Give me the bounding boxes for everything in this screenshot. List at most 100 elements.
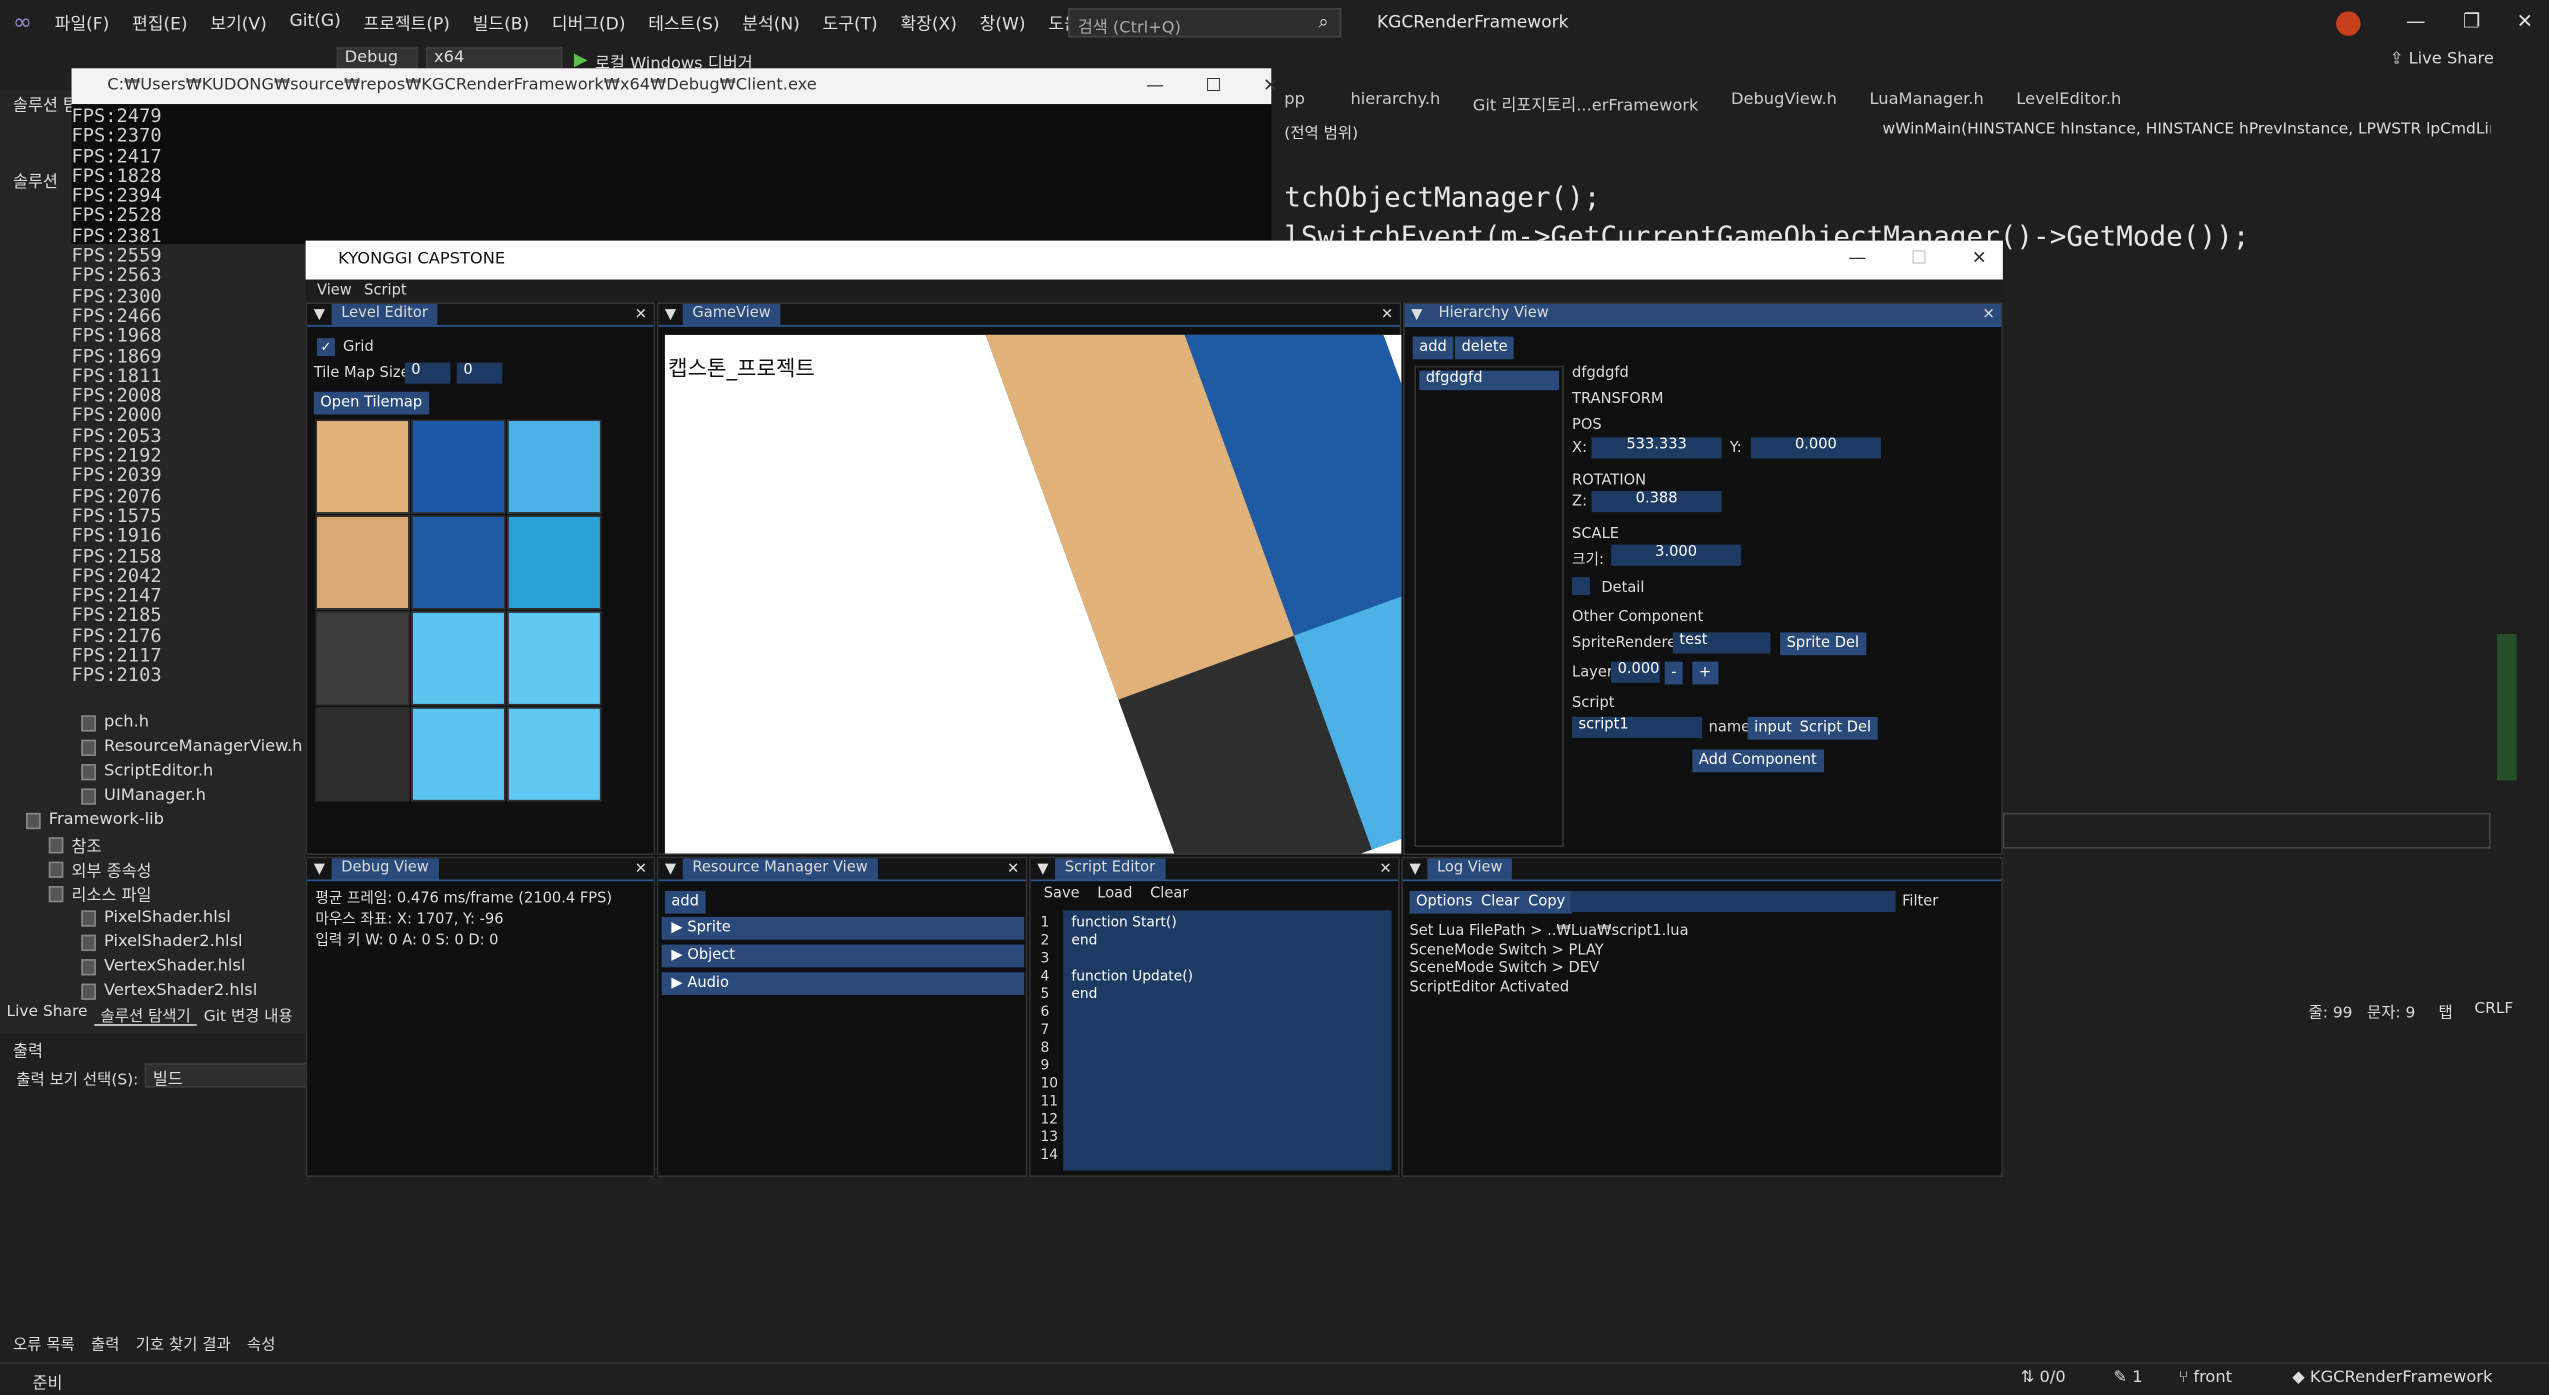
layer-input[interactable]: 0.000: [1611, 661, 1660, 683]
user-avatar[interactable]: [2336, 11, 2361, 36]
game-minimize-icon[interactable]: —: [1848, 247, 1866, 268]
resource-item[interactable]: ▶ Object: [661, 944, 1025, 968]
level-editor-tab[interactable]: Level Editor: [331, 304, 438, 326]
function-select[interactable]: wWinMain(HINSTANCE hInstance, HINSTANCE …: [1883, 120, 2491, 143]
scale-slider[interactable]: 3.000: [1611, 544, 1742, 566]
menu-item-6[interactable]: 디버그(D): [552, 11, 626, 35]
hierarchy-close-icon[interactable]: ✕: [1982, 306, 1994, 322]
console-minimize-icon[interactable]: —: [1146, 75, 1164, 96]
debug-close-icon[interactable]: ✕: [635, 861, 647, 877]
search-input[interactable]: 검색 (Ctrl+Q): [1068, 8, 1342, 38]
solution-item[interactable]: PixelShader.hlsl: [0, 906, 309, 930]
start-debug-icon[interactable]: ▶: [574, 49, 588, 70]
menu-item-8[interactable]: 분석(N): [742, 11, 800, 35]
menu-item-7[interactable]: 테스트(S): [648, 11, 719, 35]
solution-item[interactable]: 리소스 파일: [0, 881, 309, 906]
collapse-icon[interactable]: ▼: [1037, 861, 1048, 877]
menu-script[interactable]: Script: [364, 283, 406, 299]
solution-tab-2[interactable]: Git 변경 내용: [197, 1000, 299, 1026]
menu-item-10[interactable]: 확장(X): [900, 11, 956, 35]
menu-item-0[interactable]: 파일(F): [55, 11, 110, 35]
hierarchy-tab[interactable]: Hierarchy View: [1428, 304, 1559, 326]
solution-item[interactable]: ResourceManagerView.h: [0, 735, 309, 759]
solution-item[interactable]: VertexShader.hlsl: [0, 954, 309, 978]
gameview-close-icon[interactable]: ✕: [1381, 306, 1393, 322]
solution-item[interactable]: pch.h: [0, 710, 309, 734]
editor-tab-4[interactable]: LuaManager.h: [1870, 91, 1984, 117]
detail-checkbox[interactable]: [1572, 577, 1590, 596]
menu-item-5[interactable]: 빌드(B): [473, 11, 529, 35]
script-clear-button[interactable]: Clear: [1150, 886, 1188, 902]
console-maximize-icon[interactable]: ☐: [1205, 75, 1221, 96]
live-share-button[interactable]: ⇪ Live Share: [2390, 50, 2494, 68]
code-line-1[interactable]: tchObjectManager();: [1284, 182, 1600, 215]
bottom-tab-2[interactable]: 기호 찾기 결과: [136, 1331, 231, 1354]
menu-item-9[interactable]: 도구(T): [823, 11, 878, 35]
close-icon[interactable]: ✕: [2517, 10, 2533, 33]
pos-x-slider[interactable]: 533.333: [1591, 437, 1722, 459]
resource-close-icon[interactable]: ✕: [1007, 861, 1019, 877]
gameview-tab[interactable]: GameView: [682, 304, 781, 326]
menu-item-3[interactable]: Git(G): [290, 11, 341, 35]
console-close-icon[interactable]: ✕: [1263, 75, 1278, 96]
hierarchy-delete-button[interactable]: delete: [1455, 336, 1515, 360]
sprite-select[interactable]: test: [1672, 632, 1771, 654]
script-save-button[interactable]: Save: [1044, 886, 1080, 902]
collapse-icon[interactable]: ▼: [665, 861, 676, 877]
edits-count[interactable]: ✎ 1: [2113, 1369, 2142, 1387]
search-icon[interactable]: ⌕: [1318, 11, 1328, 34]
script-name-input[interactable]: script1: [1572, 716, 1703, 739]
menu-item-4[interactable]: 프로젝트(P): [363, 11, 449, 35]
open-tilemap-button[interactable]: Open Tilemap: [313, 391, 429, 415]
menu-item-2[interactable]: 보기(V): [210, 11, 266, 35]
script-code-area[interactable]: function Start() end function Update() e…: [1063, 910, 1392, 1171]
solution-item[interactable]: 외부 종속성: [0, 857, 309, 881]
debug-tab[interactable]: Debug View: [331, 858, 439, 880]
restore-icon[interactable]: ❐: [2463, 10, 2481, 33]
resource-tab[interactable]: Resource Manager View: [682, 858, 878, 880]
sprite-del-button[interactable]: Sprite Del: [1780, 632, 1866, 656]
solution-item[interactable]: PixelShader2.hlsl: [0, 930, 309, 954]
minimize-icon[interactable]: —: [2406, 10, 2426, 33]
log-options-button[interactable]: Options: [1409, 890, 1479, 914]
collapse-icon[interactable]: ▼: [314, 306, 325, 322]
branch-button[interactable]: ⑂ front: [2178, 1369, 2232, 1387]
log-tab[interactable]: Log View: [1427, 858, 1513, 880]
menu-view[interactable]: View: [317, 283, 352, 299]
hierarchy-add-button[interactable]: add: [1412, 336, 1454, 360]
collapse-icon[interactable]: ▼: [1411, 306, 1422, 322]
resource-item[interactable]: ▶ Sprite: [661, 916, 1025, 940]
rotation-z-slider[interactable]: 0.388: [1591, 490, 1722, 513]
script-load-button[interactable]: Load: [1097, 886, 1132, 902]
scope-select[interactable]: (전역 범위): [1284, 120, 1869, 143]
bottom-tab-3[interactable]: 속성: [247, 1331, 275, 1354]
game-canvas[interactable]: 캡스톤_프로젝트: [664, 334, 1402, 854]
solution-tab-0[interactable]: Live Share: [0, 1000, 94, 1026]
tilemap-height-input[interactable]: 0: [456, 362, 503, 384]
solution-item[interactable]: ScriptEditor.h: [0, 759, 309, 783]
script-editor-tab[interactable]: Script Editor: [1054, 858, 1165, 880]
object-item[interactable]: dfgdgfd: [1419, 370, 1560, 391]
bottom-tab-1[interactable]: 출력: [91, 1331, 119, 1354]
log-clear-button[interactable]: Clear: [1474, 890, 1526, 914]
script-editor-close-icon[interactable]: ✕: [1379, 861, 1391, 877]
collapse-icon[interactable]: ▼: [314, 861, 325, 877]
menu-item-1[interactable]: 편집(E): [132, 11, 188, 35]
collapse-icon[interactable]: ▼: [665, 306, 676, 322]
grid-checkbox[interactable]: ✓: [317, 338, 335, 357]
solution-item[interactable]: 참조: [0, 832, 309, 857]
resource-add-button[interactable]: add: [664, 890, 706, 914]
layer-minus-button[interactable]: -: [1664, 661, 1684, 685]
resource-item[interactable]: ▶ Audio: [661, 972, 1025, 995]
script-input-button[interactable]: input: [1747, 716, 1799, 740]
bottom-tab-0[interactable]: 오류 목록: [13, 1331, 75, 1354]
layer-plus-button[interactable]: +: [1692, 661, 1718, 685]
script-del-button[interactable]: Script Del: [1793, 716, 1878, 740]
solution-item[interactable]: UIManager.h: [0, 784, 309, 808]
game-close-icon[interactable]: ✕: [1972, 247, 1987, 268]
game-maximize-icon[interactable]: ☐: [1911, 247, 1927, 268]
editor-tab-3[interactable]: DebugView.h: [1731, 91, 1837, 117]
tilemap-width-input[interactable]: 0: [404, 362, 451, 384]
log-filter-input[interactable]: [1570, 890, 1896, 913]
solution-item[interactable]: Framework-lib: [0, 808, 309, 832]
